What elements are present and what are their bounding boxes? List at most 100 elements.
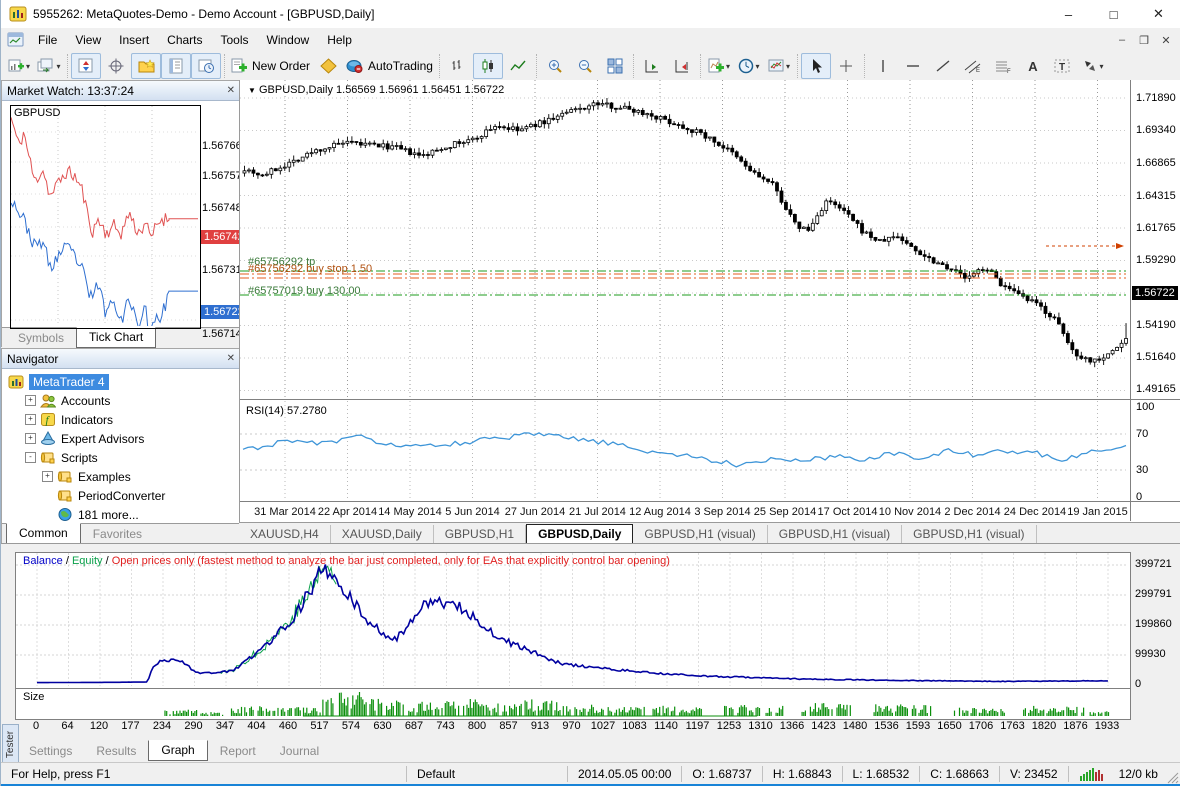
data-window-button[interactable] bbox=[101, 53, 131, 79]
navigator-item-label: Expert Advisors bbox=[61, 432, 144, 446]
menu-item-file[interactable]: File bbox=[29, 30, 66, 50]
navigator-item-181-more-[interactable]: 181 more... bbox=[4, 505, 238, 524]
toolbar-group-charttype bbox=[439, 54, 536, 78]
chart-tab-2[interactable]: GBPUSD,H1 bbox=[434, 525, 526, 544]
navigator-tab-common[interactable]: Common bbox=[6, 523, 81, 544]
pane-separator[interactable] bbox=[240, 399, 1180, 400]
new-order-button[interactable]: New Order bbox=[228, 53, 313, 79]
indicators-button[interactable]: ▾ bbox=[704, 53, 734, 79]
metaeditor-button[interactable] bbox=[313, 53, 343, 79]
vertical-line-button[interactable] bbox=[868, 53, 898, 79]
rsi-indicator-chart[interactable] bbox=[240, 401, 1130, 501]
navigator-item-indicators[interactable]: +fIndicators bbox=[4, 410, 238, 429]
tester-balance-graph[interactable] bbox=[16, 553, 1128, 686]
menu-items: FileViewInsertChartsToolsWindowHelp bbox=[29, 30, 361, 50]
menu-item-window[interactable]: Window bbox=[258, 30, 319, 50]
tile-windows-button[interactable] bbox=[600, 53, 630, 79]
menu-item-tools[interactable]: Tools bbox=[212, 30, 258, 50]
maximize-button[interactable]: □ bbox=[1091, 0, 1136, 28]
tester-tab-results[interactable]: Results bbox=[84, 742, 148, 761]
tester-size-graph[interactable] bbox=[16, 689, 1128, 717]
navigator-item-accounts[interactable]: +Accounts bbox=[4, 391, 238, 410]
navigator-item-periodconverter[interactable]: PeriodConverter bbox=[4, 486, 238, 505]
zoom-out-button[interactable] bbox=[570, 53, 600, 79]
tester-y-label: 199860 bbox=[1135, 618, 1172, 630]
child-close-button[interactable]: ✕ bbox=[1155, 34, 1177, 47]
child-minimize-button[interactable]: – bbox=[1111, 34, 1133, 47]
market-watch-tab-tick-chart[interactable]: Tick Chart bbox=[76, 327, 156, 348]
tester-x-label: 1027 bbox=[586, 720, 620, 732]
menu-item-help[interactable]: Help bbox=[318, 30, 361, 50]
cursor-button[interactable] bbox=[801, 53, 831, 79]
tester-tab-settings[interactable]: Settings bbox=[17, 742, 84, 761]
tester-tab-journal[interactable]: Journal bbox=[268, 742, 331, 761]
autotrading-button[interactable]: AutoTrading bbox=[343, 53, 436, 79]
chart-tab-4[interactable]: GBPUSD,H1 (visual) bbox=[633, 525, 767, 544]
navigator-item-scripts[interactable]: -Scripts bbox=[4, 448, 238, 467]
expand-icon[interactable]: + bbox=[25, 414, 36, 425]
navigator-toggle-button[interactable] bbox=[131, 53, 161, 79]
tick-chart[interactable] bbox=[11, 106, 198, 326]
chart-tab-5[interactable]: GBPUSD,H1 (visual) bbox=[768, 525, 902, 544]
market-watch-header[interactable]: Market Watch: 13:37:24 ✕ bbox=[2, 81, 240, 101]
menu-item-view[interactable]: View bbox=[66, 30, 110, 50]
line-chart-button[interactable] bbox=[503, 53, 533, 79]
chart-area[interactable]: ▼ GBPUSD,Daily 1.56569 1.56961 1.56451 1… bbox=[239, 80, 1180, 522]
market-watch-tab-symbols[interactable]: Symbols bbox=[6, 329, 76, 348]
candlestick-button[interactable] bbox=[473, 53, 503, 79]
chart-dropdown-icon[interactable]: ▼ bbox=[248, 86, 256, 95]
equidistant-channel-button[interactable]: E bbox=[958, 53, 988, 79]
navigator-header[interactable]: Navigator ✕ bbox=[2, 349, 240, 369]
navigator-close-icon[interactable]: ✕ bbox=[227, 353, 235, 364]
strategy-tester-toggle-button[interactable] bbox=[191, 53, 221, 79]
terminal-toggle-button[interactable] bbox=[161, 53, 191, 79]
text-label-button[interactable]: T bbox=[1048, 53, 1078, 79]
horizontal-line-button[interactable] bbox=[898, 53, 928, 79]
bar-chart-button[interactable] bbox=[443, 53, 473, 79]
chart-tab-0[interactable]: XAUUSD,H4 bbox=[239, 525, 331, 544]
tester-x-label: 1820 bbox=[1027, 720, 1061, 732]
chart-tab-6[interactable]: GBPUSD,H1 (visual) bbox=[902, 525, 1036, 544]
expand-icon[interactable]: + bbox=[25, 433, 36, 444]
navigator-item-metatrader-4[interactable]: MetaTrader 4 bbox=[4, 372, 238, 391]
market-watch-close-icon[interactable]: ✕ bbox=[227, 85, 235, 96]
navigator-item-examples[interactable]: +Examples bbox=[4, 467, 238, 486]
market-watch-toggle-button[interactable] bbox=[71, 53, 101, 79]
price-chart[interactable] bbox=[240, 80, 1130, 399]
tester-x-label: 1933 bbox=[1090, 720, 1124, 732]
trendline-button[interactable] bbox=[928, 53, 958, 79]
new-chart-button[interactable]: ▾ bbox=[4, 53, 34, 79]
collapse-icon[interactable]: - bbox=[25, 452, 36, 463]
scripts-icon bbox=[40, 450, 56, 465]
tester-y-label: 399721 bbox=[1135, 558, 1172, 570]
menu-item-insert[interactable]: Insert bbox=[110, 30, 158, 50]
expand-icon[interactable]: + bbox=[42, 471, 53, 482]
chart-tab-1[interactable]: XAUUSD,Daily bbox=[331, 525, 434, 544]
arrows-button[interactable]: ▾ bbox=[1078, 53, 1108, 79]
templates-button[interactable]: ▾ bbox=[764, 53, 794, 79]
menu-item-charts[interactable]: Charts bbox=[158, 30, 211, 50]
text-button[interactable]: A bbox=[1018, 53, 1048, 79]
child-restore-button[interactable]: ❐ bbox=[1133, 34, 1155, 47]
close-button[interactable]: ✕ bbox=[1136, 0, 1180, 28]
periods-button[interactable]: ▾ bbox=[734, 53, 764, 79]
crosshair-button[interactable] bbox=[831, 53, 861, 79]
connection-bars-icon bbox=[1079, 767, 1105, 781]
status-connection: 12/0 kb bbox=[1069, 766, 1168, 782]
minimize-button[interactable]: – bbox=[1046, 0, 1091, 28]
chart-shift-button[interactable] bbox=[667, 53, 697, 79]
navigator-tab-favorites[interactable]: Favorites bbox=[81, 525, 154, 544]
expand-icon[interactable]: + bbox=[25, 395, 36, 406]
profiles-button[interactable]: ▾ bbox=[34, 53, 64, 79]
auto-scroll-button[interactable] bbox=[637, 53, 667, 79]
chart-tab-3[interactable]: GBPUSD,Daily bbox=[526, 524, 633, 545]
zoom-in-button[interactable] bbox=[540, 53, 570, 79]
resize-grip[interactable] bbox=[1166, 771, 1179, 784]
tester-tab-graph[interactable]: Graph bbox=[148, 740, 207, 761]
tester-tab-report[interactable]: Report bbox=[208, 742, 268, 761]
status-profile[interactable]: Default bbox=[407, 766, 568, 782]
navigator-item-expert-advisors[interactable]: + Expert Advisors bbox=[4, 429, 238, 448]
toolbar-group-insert: ▾ ▾ ▾ bbox=[700, 54, 797, 78]
fibonacci-button[interactable]: F bbox=[988, 53, 1018, 79]
navigator-item-label: Indicators bbox=[61, 413, 113, 427]
